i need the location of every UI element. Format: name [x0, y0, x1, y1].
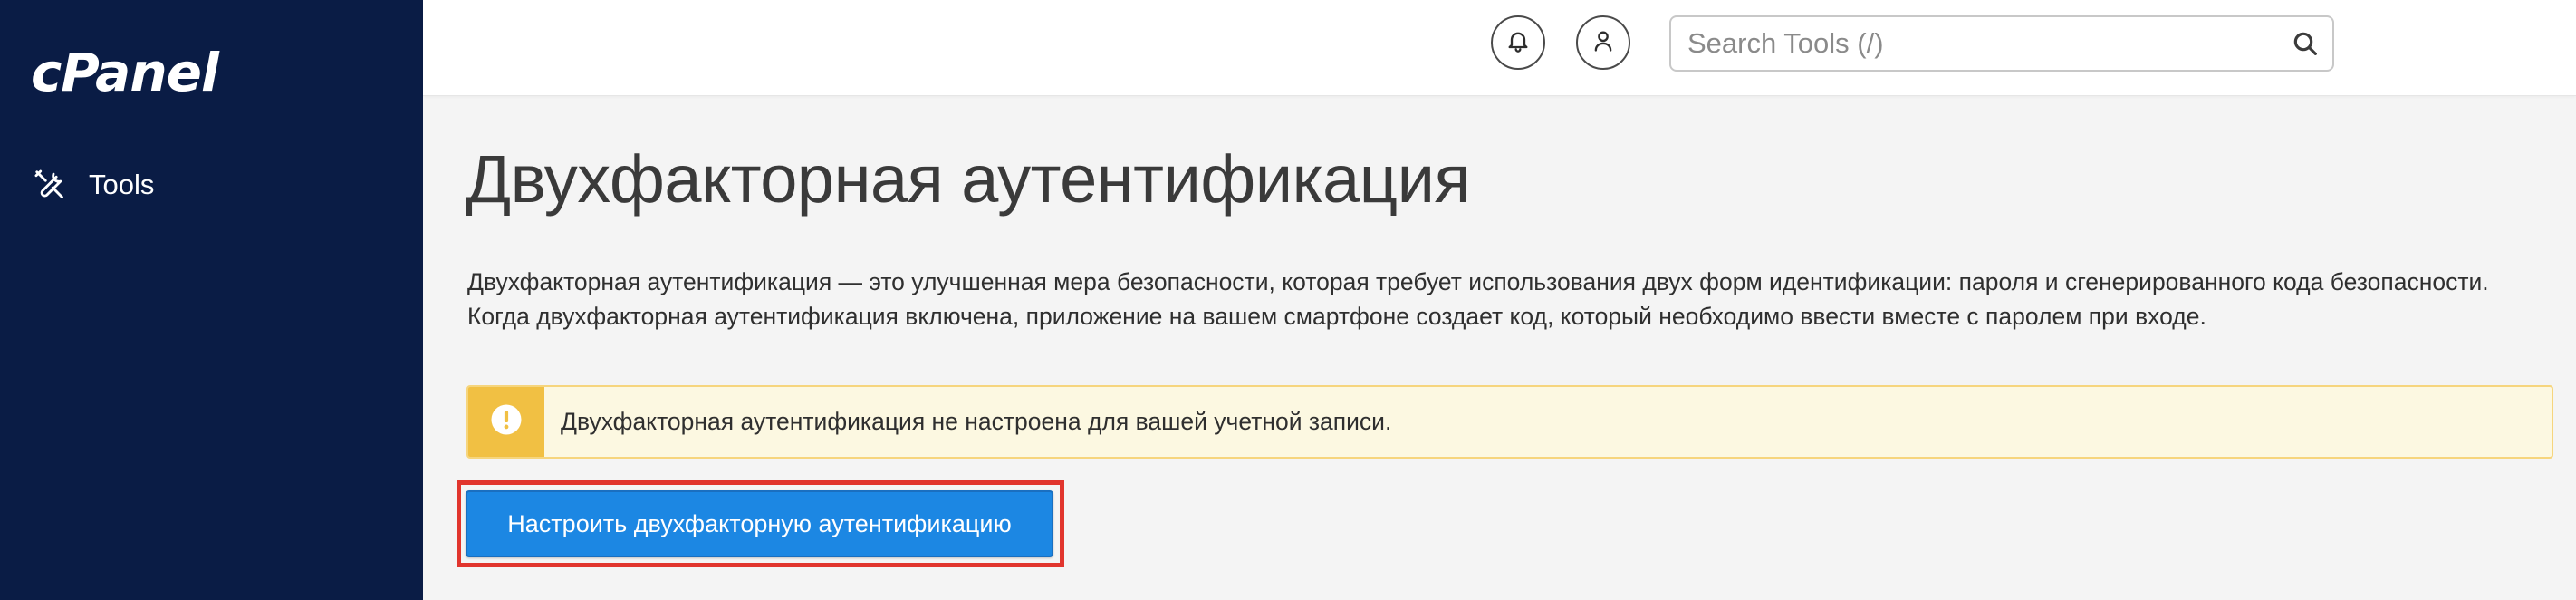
page-description: Двухфакторная аутентификация — это улучш… — [467, 268, 2489, 330]
alert-icon-panel — [468, 387, 544, 457]
sidebar-item-label: Tools — [89, 169, 155, 200]
top-header — [423, 0, 2576, 96]
search-box — [1669, 15, 2334, 72]
sidebar: cPanel Tools — [0, 0, 423, 600]
user-menu-button[interactable] — [1576, 15, 1630, 70]
notifications-button[interactable] — [1491, 15, 1545, 70]
setup-2fa-button[interactable]: Настроить двухфакторную аутентификацию — [466, 490, 1053, 557]
sidebar-item-tools[interactable]: Tools — [33, 161, 154, 208]
tools-icon — [33, 168, 67, 202]
search-input[interactable] — [1671, 17, 2269, 70]
search-icon[interactable] — [2291, 29, 2320, 58]
cpanel-logo[interactable]: cPanel — [31, 42, 219, 103]
bell-icon — [1505, 28, 1531, 58]
warning-alert: Двухфакторная аутентификация не настроен… — [466, 385, 2553, 459]
exclamation-icon — [490, 403, 523, 440]
user-icon — [1591, 28, 1616, 58]
page-title: Двухфакторная аутентификация — [466, 141, 1471, 217]
alert-message: Двухфакторная аутентификация не настроен… — [561, 408, 1392, 435]
